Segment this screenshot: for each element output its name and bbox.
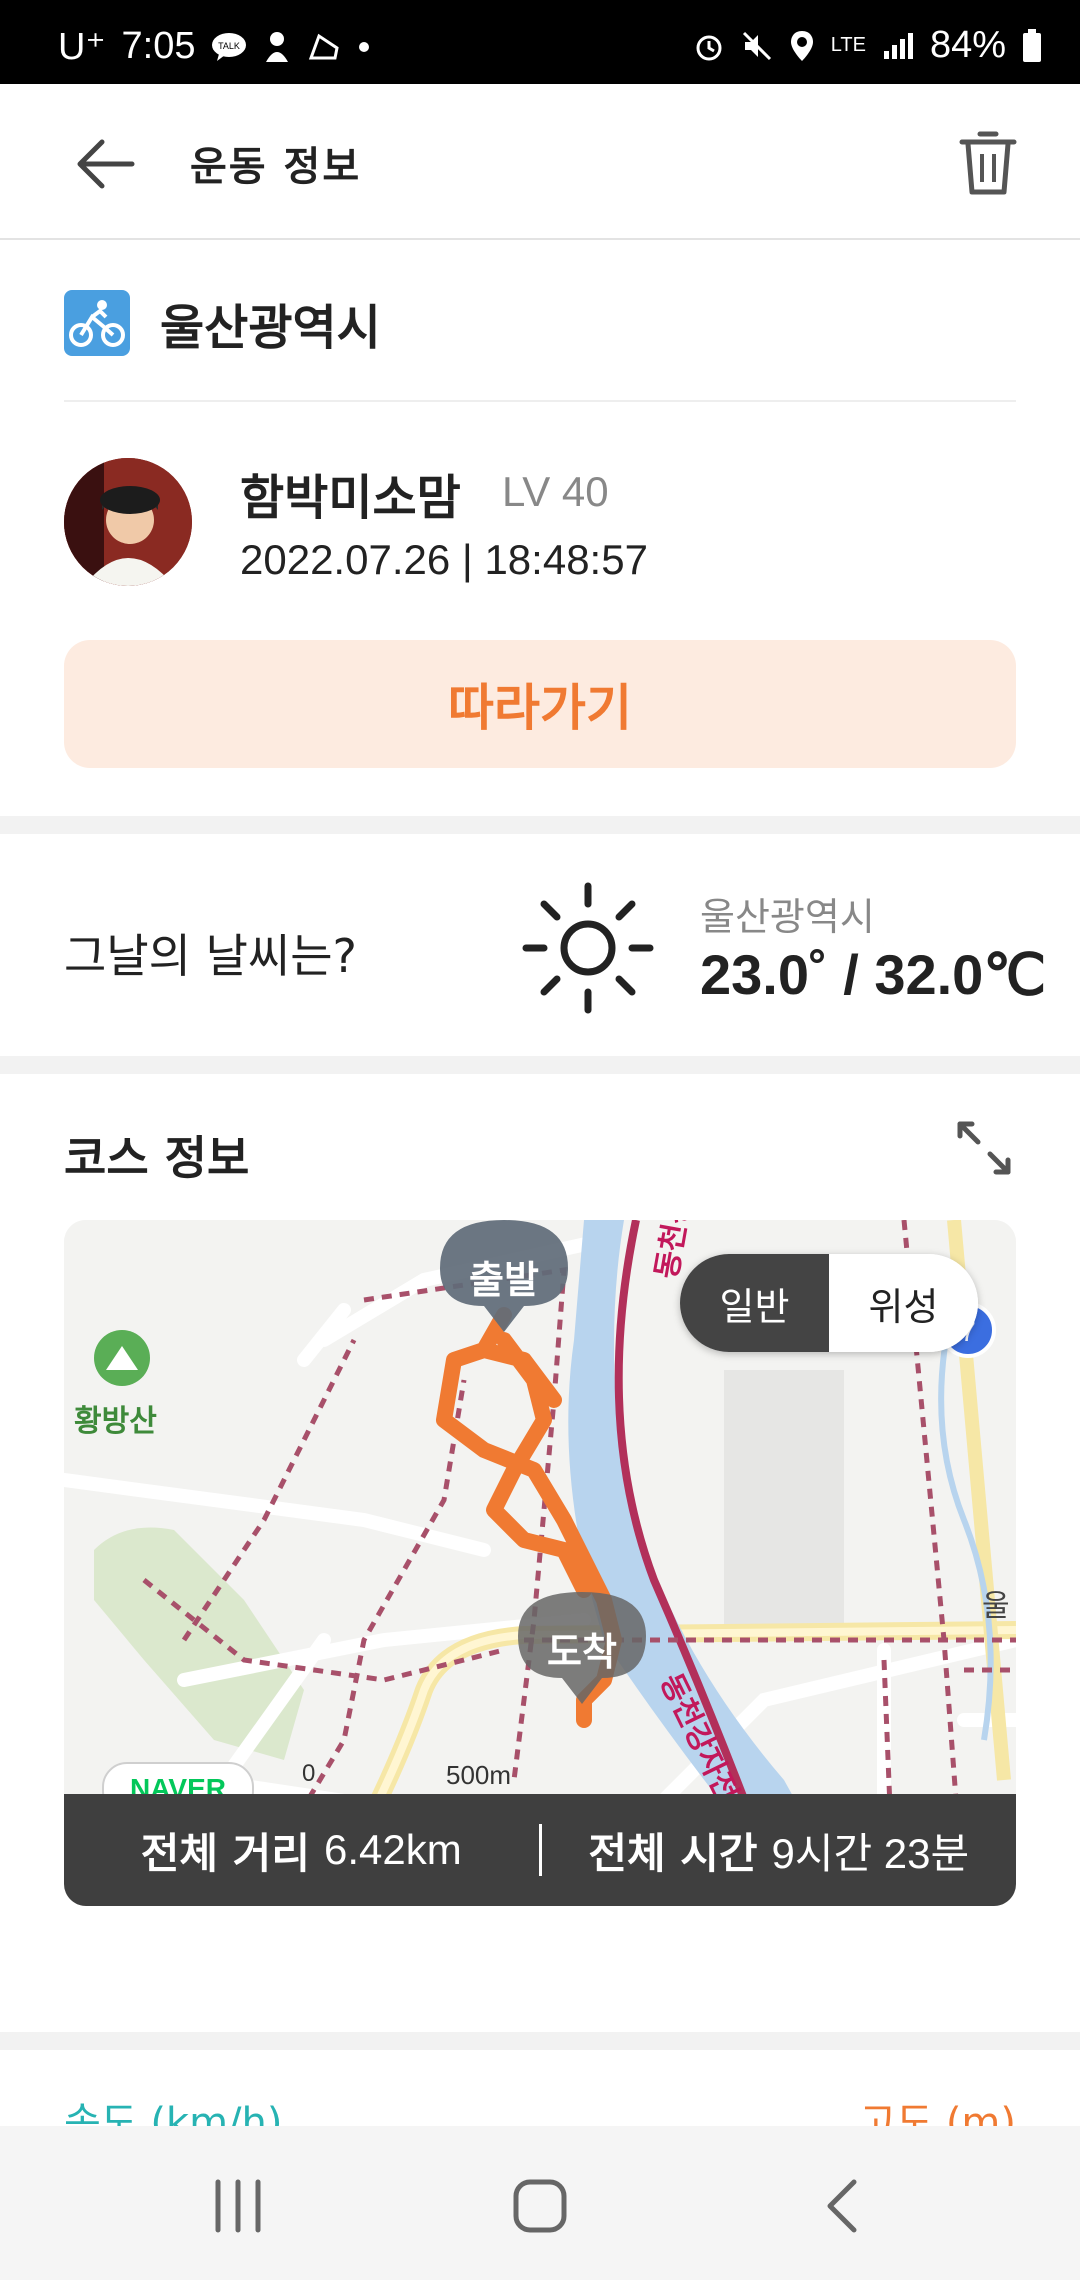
- alarm-icon: [693, 30, 725, 62]
- battery-label: 84%: [929, 24, 1006, 66]
- course-title: 코스 정보: [64, 1131, 250, 1185]
- home-icon[interactable]: [500, 2166, 580, 2246]
- weather-temperature: 23.0˚ / 32.0℃: [700, 943, 1047, 1006]
- sun-icon: [520, 880, 656, 1016]
- page-title: 운동 정보: [190, 144, 362, 190]
- distance-value: 6.42km: [323, 1826, 462, 1873]
- clock: 7:05: [121, 25, 196, 67]
- network-label: LTE: [830, 34, 866, 56]
- mountain-icon: [94, 1330, 150, 1386]
- activity-datetime: 2022.07.26 | 18:48:57: [240, 536, 648, 583]
- activity-card: 울산광역시 함박미소맘 LV 40 2022.07.26 | 18:48:57 …: [0, 240, 1080, 816]
- mute-icon: [741, 30, 773, 62]
- weather-region: 울산광역시: [700, 895, 875, 939]
- signal-icon: [882, 31, 914, 61]
- toggle-satellite[interactable]: 위성: [829, 1254, 978, 1352]
- svg-text:TALK: TALK: [219, 41, 241, 51]
- scale-label: 500m: [446, 1760, 512, 1790]
- carrier-label: U⁺: [58, 26, 106, 68]
- notification-icon: [263, 30, 291, 64]
- course-card: 코스 정보 동천강자전거길 울 출발 도착 황방산 일반 위성 NAVER 0 …: [0, 1074, 1080, 2032]
- dot-icon: [357, 40, 371, 54]
- location-icon: [789, 29, 815, 63]
- user-level: LV 40: [502, 468, 609, 515]
- shoe-icon: [307, 32, 341, 62]
- weather-card: 그날의 날씨는? 울산광역시 23.0˚ / 32.0℃: [0, 834, 1080, 1056]
- avatar[interactable]: [64, 458, 192, 586]
- battery-icon: [1022, 28, 1042, 63]
- course-map[interactable]: 7 동천강자전거길 동천강자전거길 울 출발 도착 황방산 일반 위성 NAVE…: [64, 1220, 1016, 1906]
- distance-stat: 전체 거리 6.42km: [64, 1820, 539, 1881]
- recent-apps-icon[interactable]: [198, 2166, 278, 2246]
- talk-icon: TALK: [211, 32, 247, 62]
- map-type-toggle[interactable]: 일반 위성: [680, 1254, 978, 1352]
- region-row: 울산광역시: [64, 288, 381, 358]
- trash-icon[interactable]: [956, 128, 1020, 198]
- follow-button[interactable]: 따라가기: [64, 640, 1016, 768]
- scale-zero: 0: [302, 1760, 316, 1787]
- bicycle-icon: [64, 290, 130, 356]
- end-pin-label: 도착: [547, 1629, 617, 1674]
- back-arrow-icon[interactable]: [74, 132, 138, 196]
- start-pin-label: 출발: [469, 1257, 539, 1302]
- status-bar: U⁺ 7:05 TALK LTE 84%: [0, 0, 1080, 84]
- divider: [64, 400, 1016, 402]
- back-nav-icon[interactable]: [804, 2166, 884, 2246]
- region-name: 울산광역시: [160, 300, 381, 356]
- mountain-label: 황방산: [74, 1404, 157, 1439]
- toggle-normal[interactable]: 일반: [680, 1254, 829, 1352]
- time-stat: 전체 시간 9시간 23분: [542, 1820, 1017, 1881]
- building-block: [724, 1370, 844, 1630]
- course-stats-bar: 전체 거리 6.42km 전체 시간 9시간 23분: [64, 1794, 1016, 1906]
- system-nav-bar: [0, 2126, 1080, 2280]
- app-bar: 운동 정보: [0, 84, 1080, 240]
- map-edge-label: 울: [982, 1589, 1010, 1624]
- time-value: 9시간 23분: [771, 1829, 970, 1877]
- user-name[interactable]: 함박미소맘: [240, 458, 461, 528]
- time-label: 전체 시간: [588, 1828, 758, 1878]
- distance-label: 전체 거리: [140, 1828, 310, 1878]
- expand-icon[interactable]: [952, 1116, 1016, 1180]
- follow-button-label: 따라가기: [448, 679, 632, 737]
- weather-question: 그날의 날씨는?: [64, 929, 357, 983]
